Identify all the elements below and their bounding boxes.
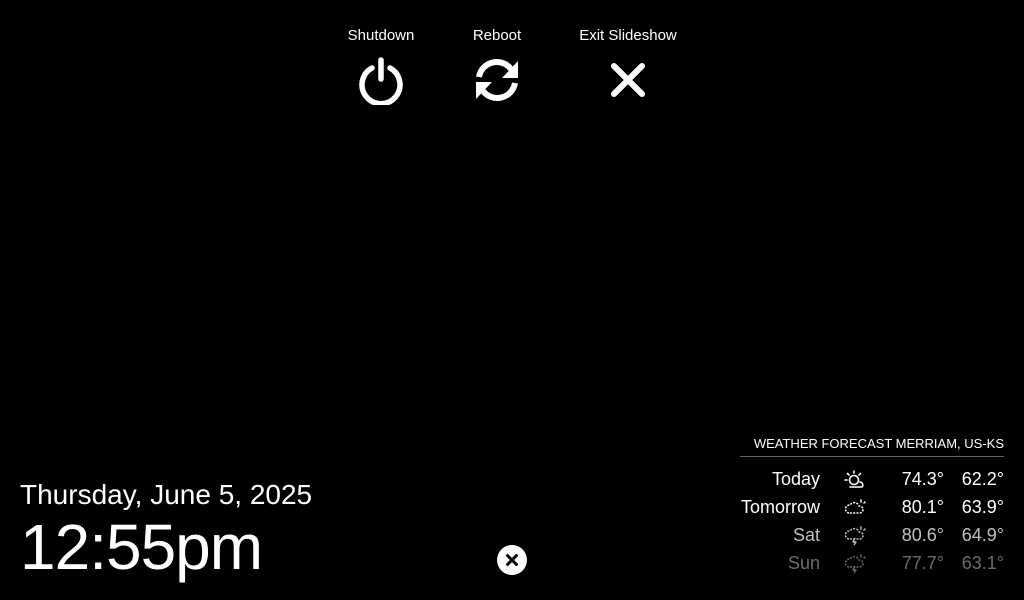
forecast-high: 77.7° (901, 553, 944, 573)
exit-slideshow-label: Exit Slideshow (579, 27, 677, 44)
refresh-icon (470, 53, 524, 107)
forecast-high: 74.3° (901, 469, 944, 489)
power-icon (354, 53, 408, 107)
storm-icon (820, 521, 890, 549)
weather-forecast: WEATHER FORECAST MERRIAM, US-KS Today 74… (740, 434, 1004, 577)
close-icon (601, 53, 655, 107)
reboot-label: Reboot (472, 27, 522, 44)
forecast-table: Today 74.3° 62.2° Tomorrow 80.1° 63.9° S… (740, 465, 1004, 577)
reboot-button[interactable]: Reboot (457, 27, 537, 107)
storm-icon (820, 549, 890, 577)
forecast-row: Today 74.3° 62.2° (740, 465, 1004, 493)
forecast-low: 64.9° (961, 525, 1004, 545)
forecast-row: Sun 77.7° 63.1° (740, 549, 1004, 577)
shutdown-label: Shutdown (347, 27, 415, 44)
clock: Thursday, June 5, 2025 12:55pm (20, 478, 312, 582)
forecast-day: Tomorrow (740, 497, 820, 517)
forecast-row: Tomorrow 80.1° 63.9° (740, 493, 1004, 521)
weather-header: WEATHER FORECAST MERRIAM, US-KS (740, 434, 1004, 457)
forecast-day: Sat (792, 525, 820, 545)
forecast-high: 80.6° (901, 525, 944, 545)
forecast-row: Sat 80.6° 64.9° (740, 521, 1004, 549)
close-icon (506, 554, 518, 566)
forecast-low: 63.9° (961, 497, 1004, 517)
forecast-day: Today (771, 469, 820, 489)
forecast-high: 80.1° (901, 497, 944, 517)
close-button[interactable] (497, 545, 527, 575)
partly-sunny-icon (820, 465, 890, 493)
exit-slideshow-button[interactable]: Exit Slideshow (578, 27, 678, 107)
cloudy-sun-icon (820, 493, 890, 521)
shutdown-button[interactable]: Shutdown (341, 27, 421, 107)
forecast-low: 63.1° (961, 553, 1004, 573)
clock-date: Thursday, June 5, 2025 (20, 479, 313, 510)
forecast-day: Sun (787, 553, 820, 573)
screen: Shutdown Reboot Exit Slideshow Thursday,… (0, 0, 1024, 600)
forecast-low: 62.2° (961, 469, 1004, 489)
clock-time: 12:55pm (20, 511, 263, 583)
